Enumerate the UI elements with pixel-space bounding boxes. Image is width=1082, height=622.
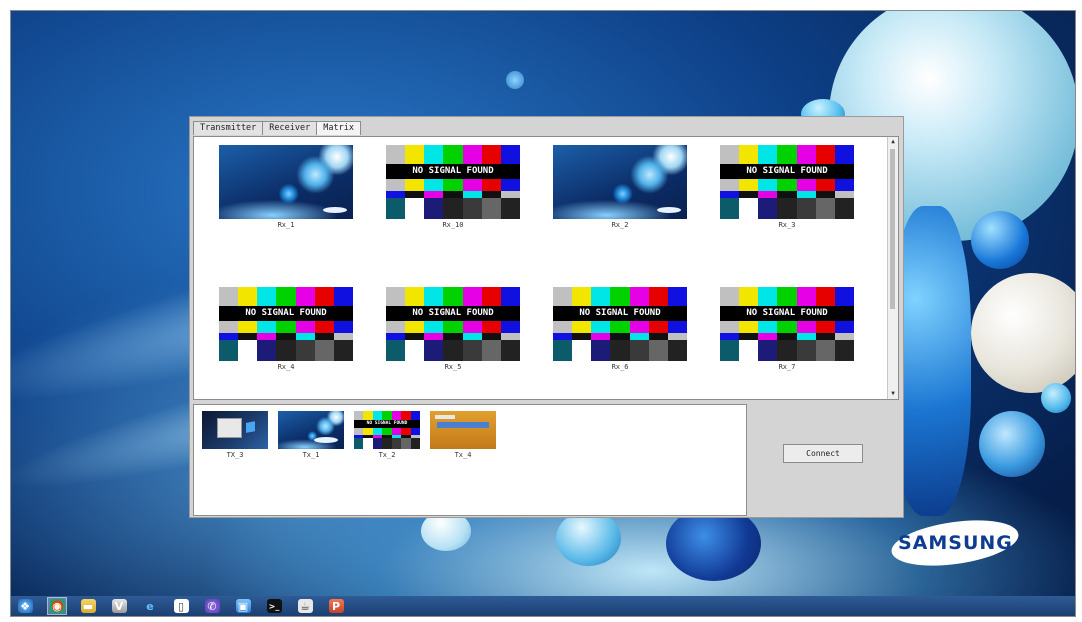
internet-explorer-icon-glyph: e xyxy=(146,599,154,613)
remote-desktop-icon-glyph: ▣ xyxy=(235,599,251,613)
receiver-label: Rx_6 xyxy=(611,363,629,371)
no-signal-label: NO SIGNAL FOUND xyxy=(386,164,520,180)
vnc-icon[interactable]: V xyxy=(110,598,128,614)
java-icon[interactable]: ☕ xyxy=(296,598,314,614)
no-signal-label: NO SIGNAL FOUND xyxy=(553,306,687,322)
receiver-preview[interactable] xyxy=(553,145,687,219)
matrix-app-window: Transmitter Receiver Matrix Rx_1 NO SIGNA… xyxy=(189,116,904,518)
receiver-label: Rx_10 xyxy=(442,221,464,229)
transmitter-label: Tx_4 xyxy=(454,451,472,459)
receiver-preview[interactable]: NO SIGNAL FOUND xyxy=(386,287,520,361)
sphere-decoration xyxy=(506,71,524,89)
transmitter-preview[interactable] xyxy=(202,411,268,449)
sphere-decoration xyxy=(971,273,1075,393)
terminal-icon-glyph: >_ xyxy=(266,599,282,613)
receiver-label: Rx_2 xyxy=(611,221,629,229)
transmitter-preview[interactable] xyxy=(278,411,344,449)
viber-icon[interactable]: ✆ xyxy=(203,598,221,614)
transmitter-tile[interactable]: Tx_1 xyxy=(278,411,344,459)
receiver-tile[interactable]: Rx_1 xyxy=(219,145,353,229)
powerpoint-icon-glyph: P xyxy=(328,599,344,613)
chrome-icon-glyph: ◉ xyxy=(49,599,65,613)
sphere-decoration xyxy=(971,211,1029,269)
no-signal-label: NO SIGNAL FOUND xyxy=(354,420,420,429)
transmitter-tile[interactable]: TX_3 xyxy=(202,411,268,459)
receiver-preview[interactable]: NO SIGNAL FOUND xyxy=(219,287,353,361)
receiver-tile[interactable]: NO SIGNAL FOUND Rx_10 xyxy=(386,145,520,229)
no-signal-label: NO SIGNAL FOUND xyxy=(720,164,854,180)
no-signal-label: NO SIGNAL FOUND xyxy=(386,306,520,322)
transmitter-preview[interactable] xyxy=(430,411,496,449)
samsung-logo: SAMSUNG xyxy=(888,513,1022,573)
sphere-decoration xyxy=(556,511,621,566)
no-signal-label: NO SIGNAL FOUND xyxy=(219,306,353,322)
tab-matrix[interactable]: Matrix xyxy=(316,121,361,135)
start-orb-icon[interactable]: ❖ xyxy=(16,598,34,614)
receiver-preview[interactable]: NO SIGNAL FOUND xyxy=(553,287,687,361)
receiver-label: Rx_1 xyxy=(277,221,295,229)
transmitter-tile[interactable]: Tx_4 xyxy=(430,411,496,459)
transmitter-label: Tx_1 xyxy=(302,451,320,459)
document-icon-glyph: ▯ xyxy=(173,599,189,613)
transmitter-label: Tx_2 xyxy=(378,451,396,459)
sphere-decoration xyxy=(979,411,1045,477)
start-orb-icon-glyph: ❖ xyxy=(17,599,33,613)
transmitter-label: TX_3 xyxy=(226,451,244,459)
brand-text: SAMSUNG xyxy=(897,532,1013,554)
file-explorer-icon[interactable]: ▬ xyxy=(79,598,97,614)
document-icon[interactable]: ▯ xyxy=(172,598,190,614)
receiver-label: Rx_4 xyxy=(277,363,295,371)
scroll-up-arrow-icon[interactable]: ▲ xyxy=(889,138,897,146)
desktop-wallpaper: SAMSUNG Transmitter Receiver Matrix Rx_1… xyxy=(11,11,1075,596)
receiver-grid: Rx_1 NO SIGNAL FOUND Rx_10 Rx_2 NO SIGNAL FO… xyxy=(193,136,899,400)
terminal-icon[interactable]: >_ xyxy=(265,598,283,614)
vnc-icon-glyph: V xyxy=(111,599,127,613)
connect-button[interactable]: Connect xyxy=(783,444,863,463)
tab-bar: Transmitter Receiver Matrix xyxy=(193,121,361,135)
screen-frame: SAMSUNG Transmitter Receiver Matrix Rx_1… xyxy=(10,10,1076,617)
transmitter-preview[interactable]: NO SIGNAL FOUND xyxy=(354,411,420,449)
receiver-tile[interactable]: NO SIGNAL FOUND Rx_3 xyxy=(720,145,854,229)
receiver-tile[interactable]: Rx_2 xyxy=(553,145,687,229)
receiver-tile[interactable]: NO SIGNAL FOUND Rx_5 xyxy=(386,287,520,371)
receiver-tile[interactable]: NO SIGNAL FOUND Rx_6 xyxy=(553,287,687,371)
receiver-preview[interactable]: NO SIGNAL FOUND xyxy=(386,145,520,219)
receiver-label: Rx_7 xyxy=(778,363,796,371)
scrollbar-thumb[interactable] xyxy=(890,149,895,309)
taskbar: ❖ ◉ ▬ Ve ▯ ✆ ▣ >_ ☕ P xyxy=(11,596,1075,616)
java-icon-glyph: ☕ xyxy=(297,599,313,613)
no-signal-label: NO SIGNAL FOUND xyxy=(720,306,854,322)
tab-receiver[interactable]: Receiver xyxy=(262,121,318,135)
chrome-icon[interactable]: ◉ xyxy=(47,597,67,615)
internet-explorer-icon[interactable]: e xyxy=(141,598,159,614)
powerpoint-icon[interactable]: P xyxy=(327,598,345,614)
receiver-preview[interactable]: NO SIGNAL FOUND xyxy=(720,145,854,219)
receiver-tile[interactable]: NO SIGNAL FOUND Rx_4 xyxy=(219,287,353,371)
receiver-label: Rx_5 xyxy=(444,363,462,371)
transmitter-strip: TX_3 Tx_1 NO SIGNAL FOUND Tx_2 Tx_4 xyxy=(193,404,747,516)
vertical-scrollbar[interactable]: ▲ ▼ xyxy=(887,137,898,399)
receiver-label: Rx_3 xyxy=(778,221,796,229)
receiver-preview[interactable] xyxy=(219,145,353,219)
sphere-decoration xyxy=(1041,383,1071,413)
file-explorer-icon-glyph: ▬ xyxy=(80,599,96,613)
scroll-down-arrow-icon[interactable]: ▼ xyxy=(889,390,897,398)
viber-icon-glyph: ✆ xyxy=(204,599,220,613)
remote-desktop-icon[interactable]: ▣ xyxy=(234,598,252,614)
receiver-preview[interactable]: NO SIGNAL FOUND xyxy=(720,287,854,361)
transmitter-tile[interactable]: NO SIGNAL FOUND Tx_2 xyxy=(354,411,420,459)
tab-transmitter[interactable]: Transmitter xyxy=(193,121,264,135)
receiver-tile[interactable]: NO SIGNAL FOUND Rx_7 xyxy=(720,287,854,371)
